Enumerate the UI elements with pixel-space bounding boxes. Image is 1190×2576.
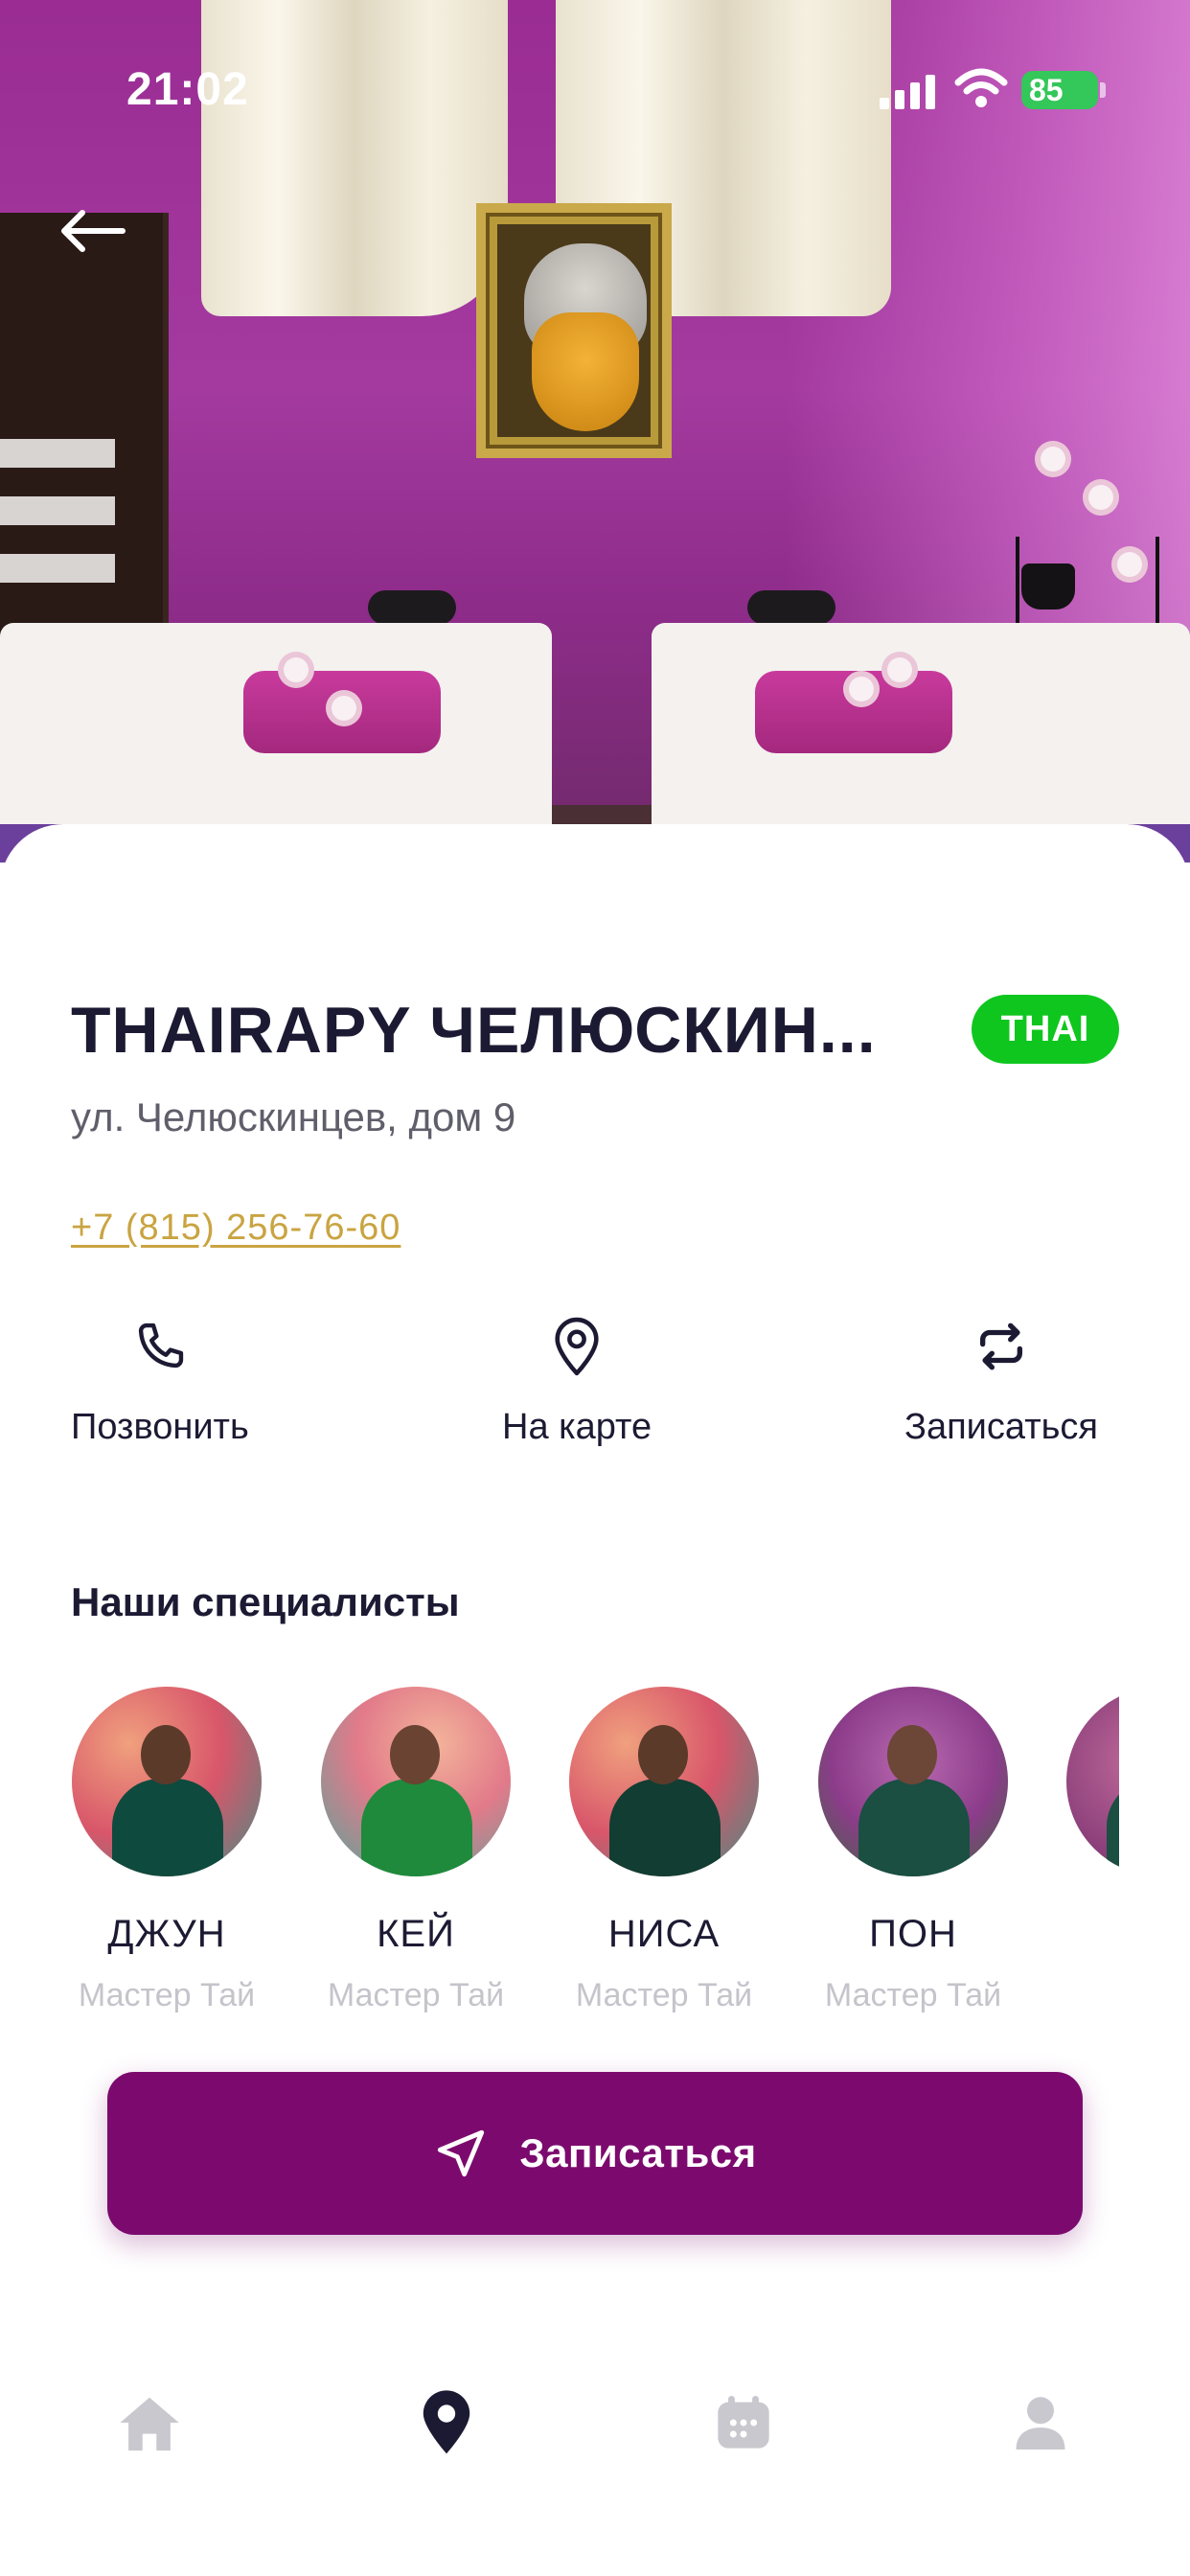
specialist-role: Мастер Тай bbox=[327, 1977, 505, 2013]
specialists-carousel[interactable]: ДЖУН Мастер Тай КЕЙ Мастер Тай НИСА Маст… bbox=[71, 1687, 1119, 2032]
venue-header: THAIRAPY ЧЕЛЮСКИН... THAI bbox=[71, 991, 1119, 1070]
back-button[interactable] bbox=[59, 199, 140, 263]
specialist-card[interactable]: ПОН Мастер Тай bbox=[817, 1687, 1009, 2014]
specialist-name: ДЖУН bbox=[107, 1913, 226, 1955]
specialist-card[interactable]: НИСА Мастер Тай bbox=[568, 1687, 760, 2014]
status-bar: 21:02 85 bbox=[0, 0, 1190, 172]
send-icon bbox=[433, 2124, 492, 2183]
map-pin-icon bbox=[543, 1313, 610, 1380]
specialist-name: КЕЙ bbox=[377, 1913, 455, 1955]
home-icon bbox=[120, 2397, 179, 2451]
specialist-role: Мастер Тай bbox=[78, 1977, 256, 2013]
book-button[interactable]: Записаться bbox=[107, 2072, 1083, 2235]
tab-profile[interactable] bbox=[1002, 2384, 1079, 2461]
battery-indicator: 85 bbox=[1021, 71, 1098, 109]
phone-link[interactable]: +7 (815) 256-76-60 bbox=[71, 1208, 400, 1249]
door-slat bbox=[0, 496, 115, 525]
avatar bbox=[1066, 1687, 1119, 1876]
buddha-painting bbox=[476, 203, 672, 458]
tab-home[interactable] bbox=[111, 2384, 188, 2461]
specialists-heading: Наши специалисты bbox=[71, 1579, 460, 1624]
map-pin-icon bbox=[423, 2390, 470, 2454]
avatar bbox=[72, 1687, 262, 1876]
specialist-name: ПОН bbox=[869, 1913, 957, 1955]
cellular-signal-icon bbox=[880, 71, 937, 109]
calendar-icon bbox=[718, 2396, 769, 2449]
book-action-label: Записаться bbox=[904, 1407, 1098, 1447]
wifi-icon bbox=[954, 68, 1008, 107]
specialist-card[interactable]: КЕЙ Мастер Тай bbox=[320, 1687, 512, 2014]
tab-map[interactable] bbox=[408, 2384, 485, 2461]
cuisine-badge: THAI bbox=[972, 995, 1119, 1064]
tab-calendar[interactable] bbox=[705, 2384, 782, 2461]
phone-icon bbox=[126, 1313, 194, 1380]
venue-address: ул. Челюскинцев, дом 9 bbox=[71, 1094, 516, 1139]
specialist-card[interactable]: ДЖУН Мастер Тай bbox=[71, 1687, 263, 2014]
plant-pot bbox=[1021, 564, 1075, 610]
profile-icon bbox=[1016, 2397, 1065, 2450]
call-action-label: Позвонить bbox=[71, 1407, 249, 1447]
book-action[interactable]: Записаться bbox=[904, 1313, 1098, 1448]
map-action-label: На карте bbox=[502, 1407, 652, 1447]
repeat-icon bbox=[968, 1313, 1035, 1380]
specialist-role: Мастер Тай bbox=[575, 1977, 753, 2013]
door-slat bbox=[0, 554, 115, 583]
specialist-card[interactable]: К Мас bbox=[1065, 1687, 1119, 2014]
book-button-label: Записаться bbox=[519, 2130, 757, 2175]
status-time: 21:02 bbox=[126, 64, 249, 115]
arrow-left-icon bbox=[61, 210, 126, 252]
door-slat bbox=[0, 439, 115, 468]
next-section-peek bbox=[71, 2273, 320, 2292]
map-action[interactable]: На карте bbox=[502, 1313, 652, 1448]
specialist-role: Мастер Тай bbox=[824, 1977, 1002, 2013]
specialist-name: НИСА bbox=[607, 1913, 721, 1955]
avatar bbox=[321, 1687, 511, 1876]
avatar bbox=[818, 1687, 1008, 1876]
avatar bbox=[569, 1687, 759, 1876]
quick-actions: Позвонить На карте Записаться bbox=[0, 1313, 1190, 1466]
call-action[interactable]: Позвонить bbox=[71, 1313, 249, 1448]
venue-title: THAIRAPY ЧЕЛЮСКИН... bbox=[71, 994, 877, 1067]
tab-bar bbox=[0, 2292, 1190, 2576]
battery-cap bbox=[1100, 82, 1106, 98]
